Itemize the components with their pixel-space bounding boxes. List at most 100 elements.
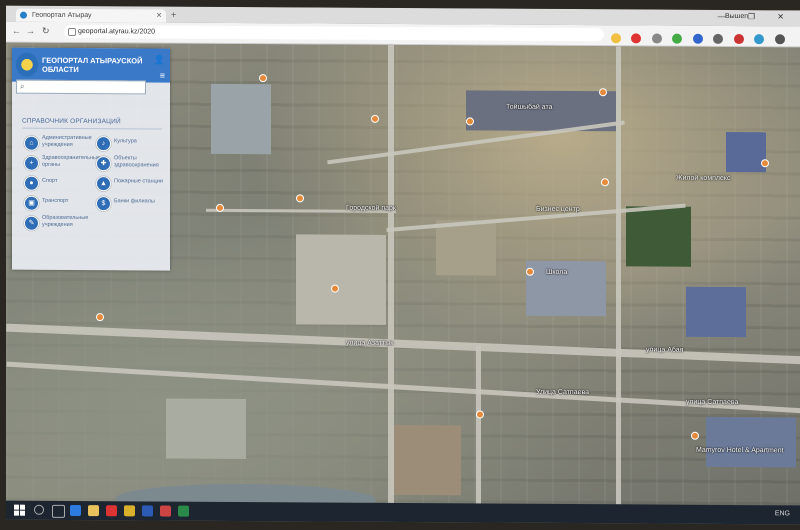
category-transport[interactable]: Транспорт [42,198,102,205]
building-block [211,83,271,155]
place-label: Бизнес центр [536,205,580,214]
screen: Геопортал Атырау ✕ + Вышеп — ❐ ✕ ← → ↻ g… [6,5,800,525]
place-label: Mamyrov Hotel & Apartment [696,446,784,455]
url-text: geoportal.atyrau.kz/2020 [78,28,156,36]
category-fire-stations[interactable]: Пожарные станции [114,178,174,185]
category-education[interactable]: Образовательные учреждения [42,215,102,229]
school-icon[interactable]: ✎ [24,215,39,231]
street-label: улица Азаттык [346,339,394,347]
geoportal-panel: ГЕОПОРТАЛ АТЫРАУСКОЙ ОБЛАСТИ 👤 ≡ ⌕ СПРАВ… [12,47,170,271]
poi-marker[interactable] [599,88,607,97]
panel-header: ГЕОПОРТАЛ АТЫРАУСКОЙ ОБЛАСТИ 👤 ≡ [12,47,170,83]
poi-marker[interactable] [259,74,267,83]
favicon-icon [20,11,27,19]
road [6,361,800,414]
poi-marker[interactable] [476,410,484,419]
building-icon[interactable]: ⌂ [24,135,39,151]
building-block [726,131,766,173]
panel-title: ГЕОПОРТАЛ АТЫРАУСКОЙ ОБЛАСТИ [42,55,143,75]
road [388,44,394,505]
close-tab-icon[interactable]: ✕ [156,9,162,22]
building-block [686,286,746,338]
monitor-bezel: Геопортал Атырау ✕ + Вышеп — ❐ ✕ ← → ↻ g… [0,0,800,530]
place-label: Городской парк [346,204,396,212]
fire-icon[interactable]: ▲ [96,176,111,192]
tab-title: Геопортал Атырау [32,11,92,20]
extension-dark-icon[interactable] [774,34,785,45]
category-health-objects[interactable]: Объекты здравоохранения [114,155,174,169]
system-tray[interactable]: ENG [775,510,790,517]
forward-icon[interactable]: → [26,26,35,36]
poi-marker[interactable] [691,431,699,440]
street-label: улица Сатпаева [686,398,739,407]
reload-icon[interactable]: ↻ [42,26,50,37]
search-icon[interactable] [34,504,44,515]
new-tab-button[interactable]: + [171,10,176,20]
category-health-authorities[interactable]: Здравоохранительные органы [42,155,102,169]
building-block [391,424,461,496]
poi-marker[interactable] [216,203,224,212]
edge-browser-icon[interactable] [70,504,81,517]
extension-blue-icon[interactable] [692,33,703,44]
poi-marker[interactable] [601,178,609,187]
category-banks[interactable]: Банки филиалы [114,198,174,205]
url-field[interactable]: geoportal.atyrau.kz/2020 [64,24,604,42]
extension-red-icon[interactable] [733,33,744,44]
divider [22,127,162,130]
region-emblem-icon [16,52,38,77]
back-icon[interactable]: ← [12,26,21,36]
building-block [706,416,796,468]
excel-icon[interactable] [178,505,189,517]
hamburger-menu-icon[interactable]: ≡ [160,71,165,81]
poi-marker[interactable] [296,194,304,203]
user-icon[interactable]: 👤 [154,54,165,65]
windows-start-icon[interactable] [14,504,25,516]
road [476,345,481,506]
poi-marker[interactable] [371,114,379,123]
construction-site [436,220,496,276]
category-sport[interactable]: Спорт [42,178,102,185]
street-label: Улица Сатпаева [536,388,590,397]
poi-marker[interactable] [466,117,474,126]
search-icon[interactable]: ⌕ [20,82,24,92]
bank-icon[interactable]: $ [96,196,111,212]
sport-icon[interactable]: ● [24,175,39,191]
poi-marker[interactable] [526,267,534,276]
poi-marker[interactable] [331,284,339,293]
transport-icon[interactable]: ▣ [24,195,39,211]
extension-green-icon[interactable] [672,33,683,44]
street-label: улица Абая [646,346,684,354]
windows-taskbar: ENG [6,500,800,525]
opera-icon[interactable] [106,505,117,517]
place-label: Тойшыбай ата [506,103,553,111]
file-explorer-icon[interactable] [88,505,99,517]
extension-opera-icon[interactable] [631,33,642,44]
task-view-icon[interactable] [52,504,65,518]
plaza [296,234,386,325]
poi-marker[interactable] [96,313,104,322]
word-icon[interactable] [142,505,153,517]
category-administrative[interactable]: Административные учреждения [42,135,102,149]
directory-title: СПРАВОЧНИК ОРГАНИЗАЦИЙ [22,117,121,126]
lock-icon [68,27,76,37]
extension-gear-icon[interactable] [651,33,662,44]
search-input[interactable]: ⌕ [16,79,146,95]
stadium-area [166,398,246,460]
window-controls[interactable]: — ❐ ✕ [718,12,794,21]
poi-marker[interactable] [761,159,769,168]
chrome-icon[interactable] [124,505,135,517]
place-label: Жилой комплекс [676,174,731,183]
category-culture[interactable]: Культура [114,138,174,145]
star-icon[interactable] [611,33,621,44]
extension-cyan-icon[interactable] [754,33,765,44]
hospital-icon[interactable]: ✚ [96,156,111,172]
place-label: Школа [546,268,568,277]
medical-icon[interactable]: + [24,155,39,171]
extension-grey-icon[interactable] [713,33,724,44]
main-road [6,323,800,365]
road [616,46,621,506]
theater-icon[interactable]: ♪ [96,136,111,152]
green-field [626,206,691,267]
browser-tab[interactable]: Геопортал Атырау ✕ [16,8,166,23]
app-icon[interactable] [160,505,171,517]
